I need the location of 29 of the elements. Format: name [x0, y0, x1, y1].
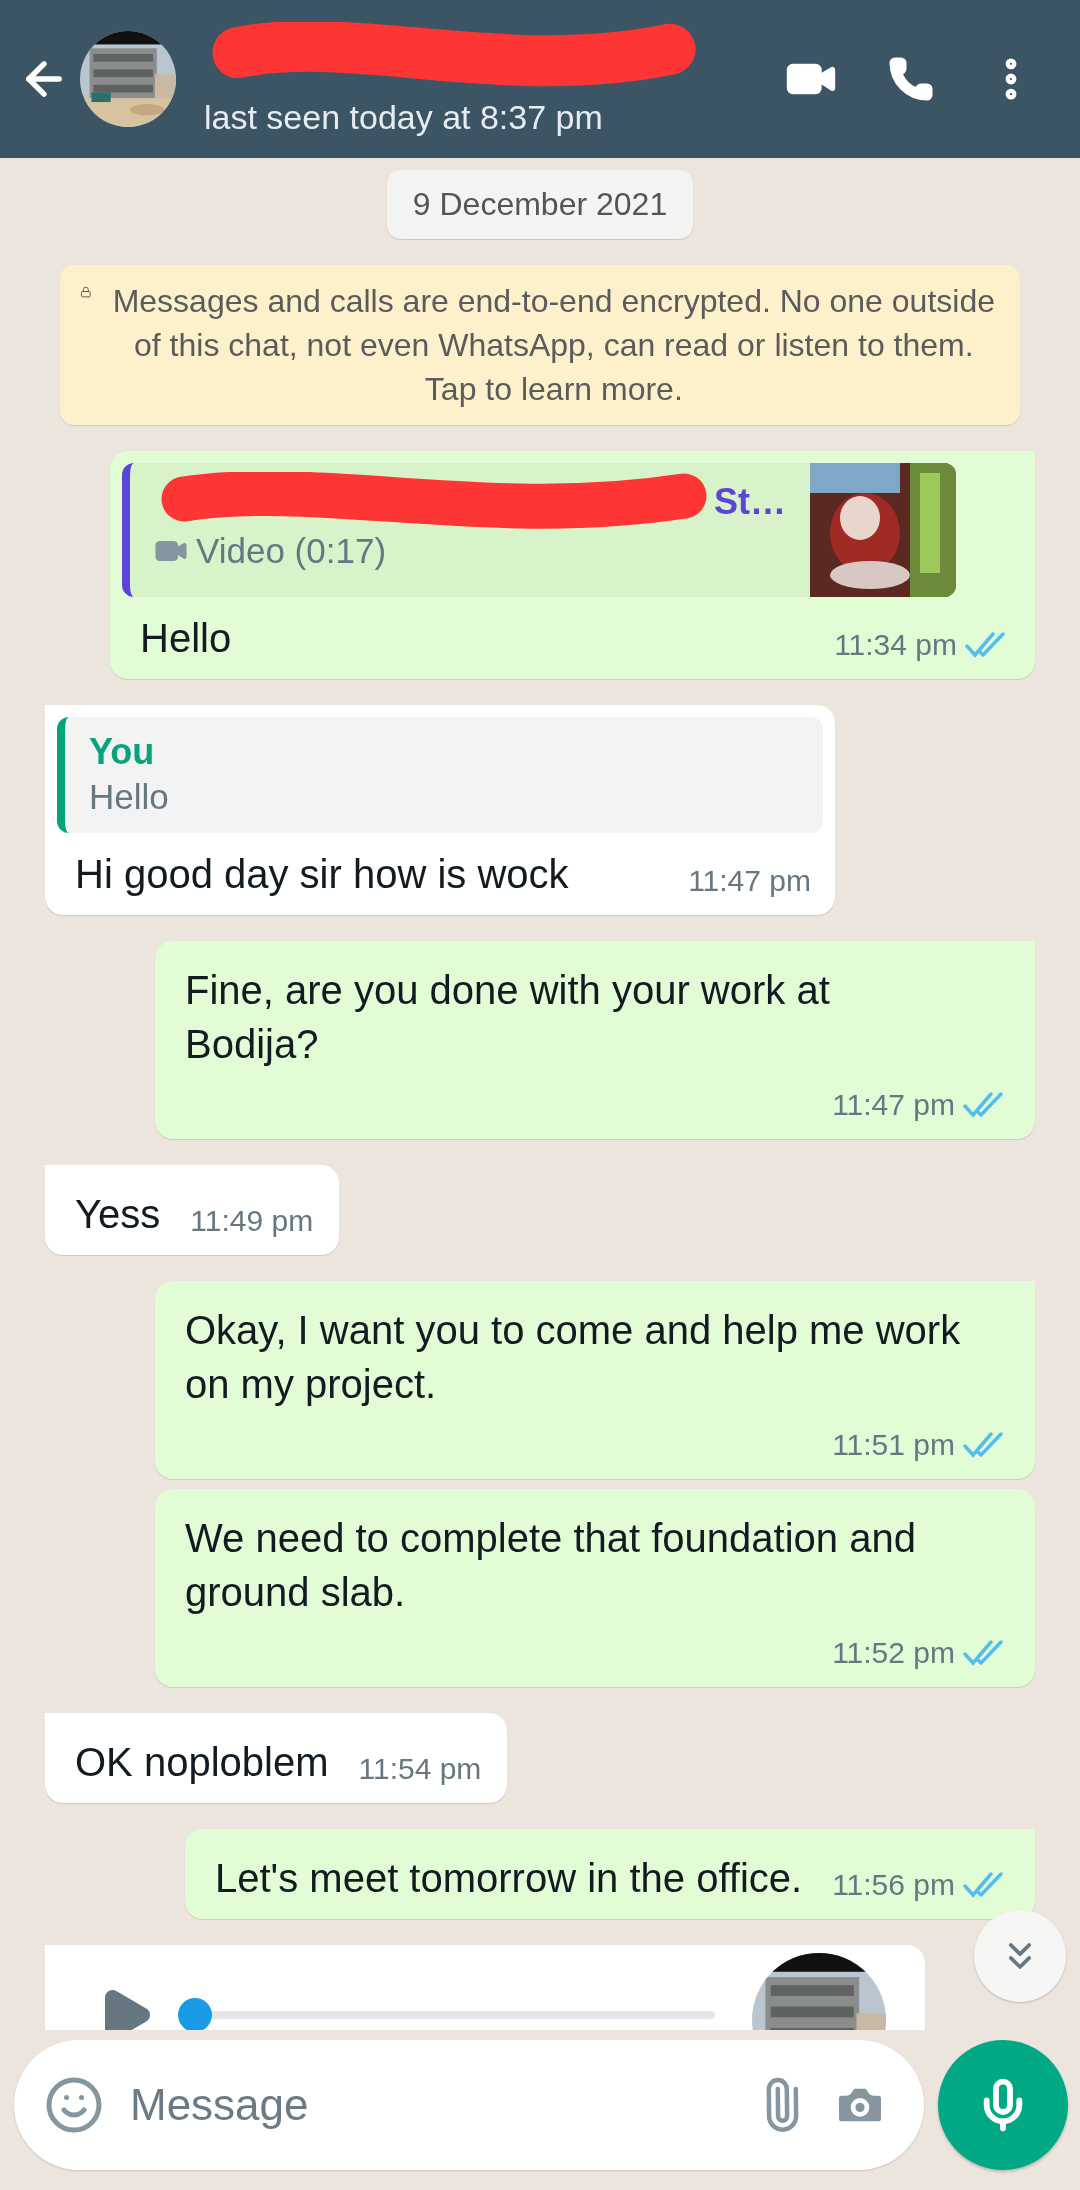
message-text: OK noploblem	[75, 1739, 329, 1786]
message-time: 11:47 pm	[832, 1087, 955, 1123]
quote-text: Video (0:17)	[196, 531, 387, 571]
audio-progress-thumb[interactable]	[178, 1998, 212, 2030]
message-time: 11:56 pm	[832, 1867, 955, 1903]
message-time: 11:49 pm	[190, 1203, 314, 1239]
message-text: Hello	[140, 615, 232, 662]
message-text: Hi good day sir how is wock	[75, 851, 569, 898]
message-time: 11:51 pm	[832, 1427, 955, 1463]
message-time: 11:34 pm	[834, 627, 957, 663]
quote-title: St…	[714, 481, 786, 523]
quoted-video-message[interactable]: St… Video (0:17)	[122, 463, 956, 597]
message-text: Yess	[75, 1191, 161, 1238]
message-text: Let's meet tomorrow in the office.	[214, 1855, 803, 1902]
encryption-notice-text: Messages and calls are end-to-end encrypted. No one outside of this chat, not even WhatsApp, can read or listen to them. Tap to learn more.	[111, 282, 996, 409]
quote-text: Hello	[89, 777, 170, 817]
quote-author: You	[89, 731, 156, 773]
message-time: 11:54 pm	[358, 1751, 482, 1787]
message-text: We need to complete that foundation and ground slab.	[185, 1515, 917, 1616]
quoted-message[interactable]: You Hello	[57, 717, 823, 833]
message-time: 11:47 pm	[688, 863, 811, 899]
message-time: 11:52 pm	[832, 1635, 955, 1671]
date-chip: 9 December 2021	[386, 170, 694, 239]
message-text: Fine, are you done with your work at Bodija?	[185, 967, 831, 1068]
encryption-notice[interactable]: Messages and calls are end-to-end encrypted. No one outside of this chat, not even WhatsApp, can read or listen to them. Tap to learn more.	[60, 265, 1020, 425]
message-text: Okay, I want you to come and help me work on my project.	[185, 1307, 962, 1408]
last-seen-status: last seen today at 8:37 pm	[204, 97, 604, 137]
emoji-icon[interactable]	[44, 2075, 104, 2135]
message-field[interactable]: Message	[14, 2040, 924, 2170]
